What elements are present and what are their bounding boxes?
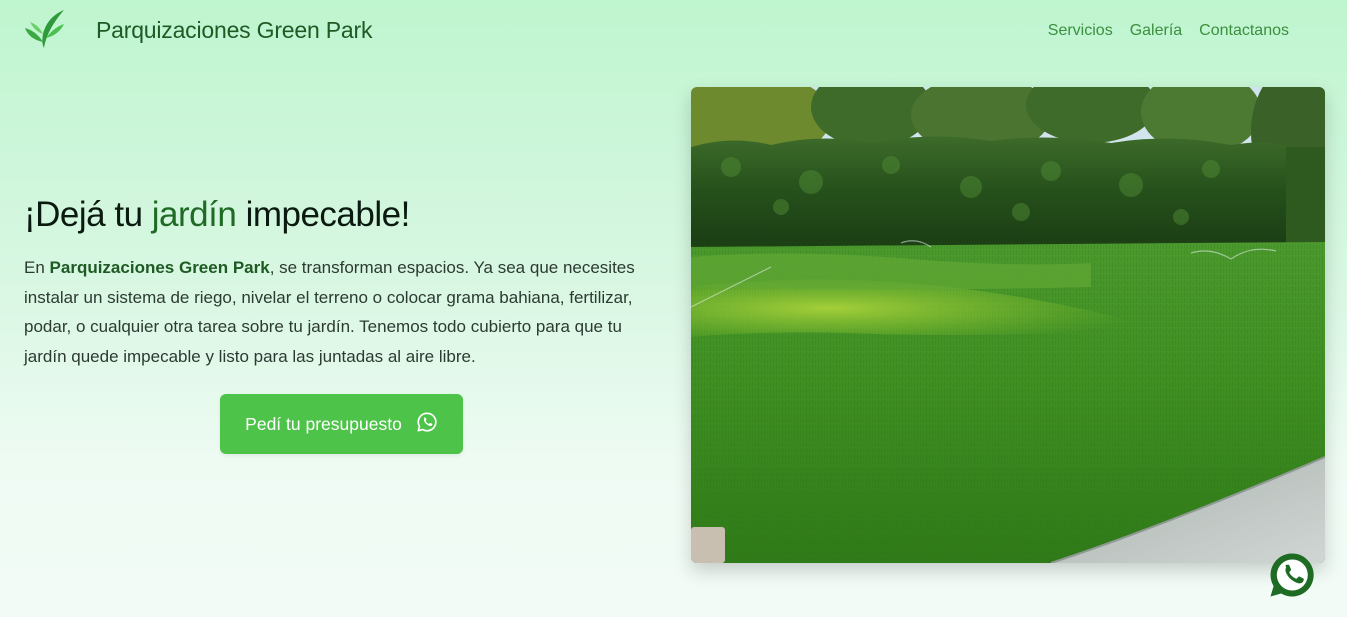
brand-name[interactable]: Parquizaciones Green Park — [96, 17, 372, 44]
hero-description: En Parquizaciones Green Park, se transfo… — [24, 253, 664, 371]
quote-request-button[interactable]: Pedí tu presupuesto — [220, 394, 463, 454]
leaf-icon[interactable] — [24, 8, 66, 50]
hero-title-accent: jardín — [151, 195, 237, 234]
floating-whatsapp-button[interactable] — [1268, 551, 1316, 599]
hero-text-prefix: En — [24, 258, 50, 277]
hero-text-brand: Parquizaciones Green Park — [49, 258, 270, 277]
nav-link-servicios[interactable]: Servicios — [1048, 22, 1113, 40]
whatsapp-icon — [1268, 553, 1316, 603]
quote-request-label: Pedí tu presupuesto — [245, 413, 402, 434]
whatsapp-icon — [416, 411, 438, 438]
site-header: Parquizaciones Green Park Servicios Gale… — [0, 0, 1347, 62]
hero-title-start: ¡Dejá tu — [24, 195, 152, 234]
hero-title-end: impecable! — [236, 195, 411, 234]
nav-link-galeria[interactable]: Galería — [1130, 22, 1182, 40]
hero-title: ¡Dejá tu jardín impecable! — [24, 195, 410, 235]
nav-link-contactanos[interactable]: Contactanos — [1199, 22, 1289, 40]
main-nav: Servicios Galería Contactanos — [1048, 22, 1289, 40]
garden-lawn-photo — [691, 87, 1325, 563]
